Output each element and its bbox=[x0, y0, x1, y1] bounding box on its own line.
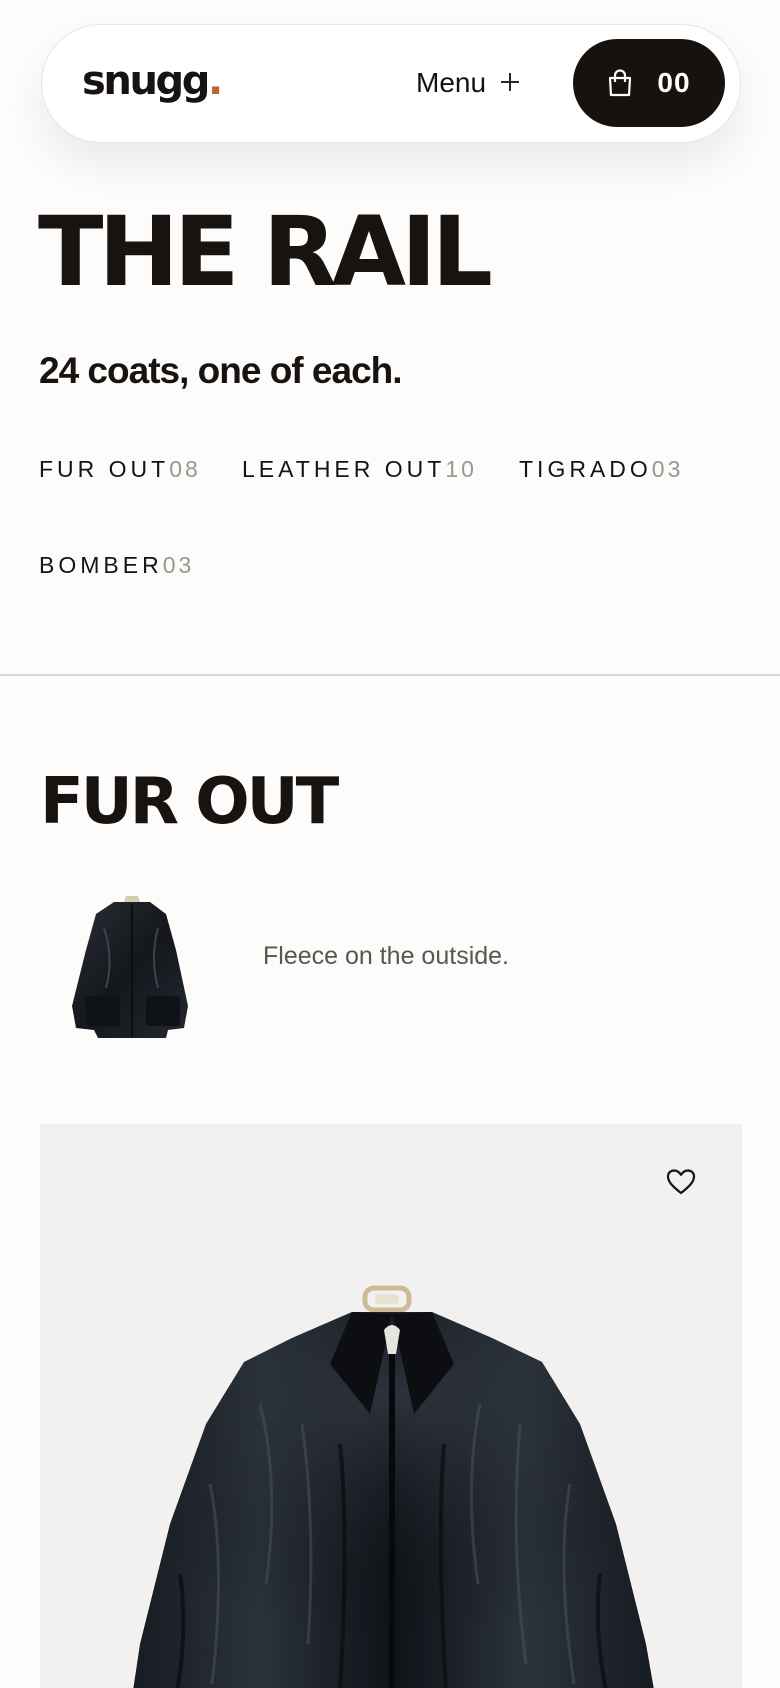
section-thumbnail bbox=[54, 888, 208, 1044]
category-label: LEATHER OUT bbox=[242, 456, 446, 482]
shopping-bag-icon bbox=[607, 69, 633, 97]
product-card[interactable] bbox=[40, 1124, 742, 1688]
cart-count: 00 bbox=[657, 67, 691, 98]
page-title: THE RAIL bbox=[38, 196, 493, 308]
category-leather-out[interactable]: LEATHER OUT10 bbox=[242, 456, 477, 486]
logo-dot: . bbox=[208, 58, 223, 104]
page: snugg. Menu 00 THE RAIL 24 coats, one of… bbox=[0, 0, 780, 1688]
logo-text: snugg bbox=[82, 58, 210, 104]
category-label: FUR OUT bbox=[39, 456, 170, 482]
menu-label: Menu bbox=[416, 67, 487, 98]
page-subtitle: 24 coats, one of each. bbox=[39, 350, 403, 391]
menu-button[interactable]: Menu bbox=[416, 63, 520, 103]
product-image bbox=[40, 1124, 742, 1688]
category-count: 03 bbox=[651, 456, 684, 482]
category-label: BOMBER bbox=[39, 552, 163, 578]
header-bar: snugg. Menu 00 bbox=[41, 24, 741, 143]
cart-button[interactable]: 00 bbox=[573, 39, 725, 127]
category-tigrado[interactable]: TIGRADO03 bbox=[519, 456, 683, 486]
category-count: 10 bbox=[445, 456, 477, 482]
section-title: FUR OUT bbox=[40, 765, 339, 839]
heart-icon[interactable] bbox=[666, 1168, 696, 1196]
plus-icon bbox=[500, 68, 520, 98]
section-divider bbox=[0, 674, 780, 676]
category-count: 08 bbox=[169, 456, 201, 482]
section-description: Fleece on the outside. bbox=[263, 942, 509, 970]
category-bomber[interactable]: BOMBER03 bbox=[39, 552, 194, 582]
category-fur-out[interactable]: FUR OUT08 bbox=[39, 456, 201, 486]
category-label: TIGRADO bbox=[519, 456, 652, 482]
logo[interactable]: snugg. bbox=[82, 58, 223, 104]
category-count: 03 bbox=[162, 552, 195, 578]
